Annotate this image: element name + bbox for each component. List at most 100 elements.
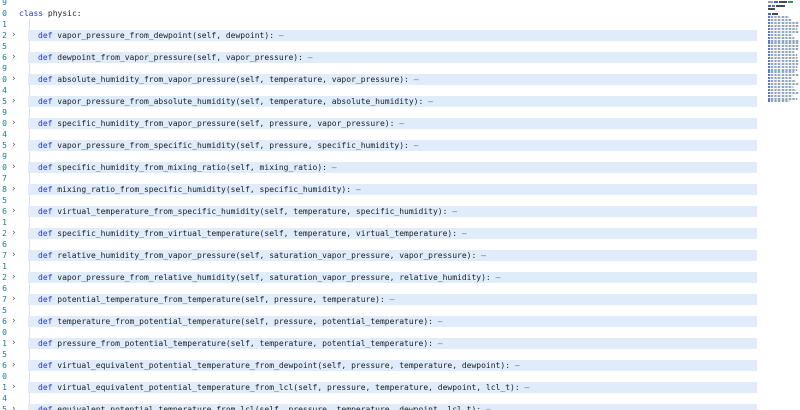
minimap-header-line — [768, 8, 775, 10]
code-line-folded-def[interactable]: 2›def specific_humidity_from_virtual_tem… — [0, 228, 758, 239]
code-line-class[interactable]: 0class physic: — [0, 8, 758, 19]
minimap-def-line — [768, 92, 799, 94]
code-text: def vapor_pressure_from_specific_humidit… — [38, 140, 419, 151]
minimap-def-line — [768, 95, 793, 97]
folded-region-marker[interactable]: – — [274, 31, 284, 40]
folded-region-marker[interactable]: – — [351, 185, 361, 194]
code-line-folded-def[interactable]: 0›def specific_humidity_from_mixing_rati… — [0, 162, 758, 173]
folded-region-marker[interactable]: – — [385, 295, 395, 304]
minimap-text-mark — [771, 92, 798, 94]
minimap-def-line — [768, 83, 799, 85]
fold-chevron-icon[interactable]: › — [11, 272, 16, 283]
minimap-token — [772, 13, 778, 15]
signature-token: virtual_equivalent_potential_temperature… — [57, 361, 510, 370]
fold-chevron-icon[interactable]: › — [11, 162, 16, 173]
code-line-folded-def[interactable]: 6›def virtual_temperature_from_specific_… — [0, 206, 758, 217]
line-number: 0 — [0, 162, 7, 173]
minimap-text-mark — [771, 95, 792, 97]
folded-region-marker[interactable]: – — [457, 229, 467, 238]
minimap-keyword-mark — [768, 86, 770, 88]
signature-token: equivalent_potential_temperature_from_lc… — [57, 405, 481, 410]
fold-chevron-icon[interactable]: › — [11, 30, 16, 41]
code-text: def virtual_temperature_from_specific_hu… — [38, 206, 457, 217]
minimap-text-mark — [771, 37, 794, 39]
folded-region-marker[interactable]: – — [433, 339, 443, 348]
line-number: 6 — [0, 283, 7, 294]
folded-region-marker[interactable]: – — [409, 141, 419, 150]
folded-region-marker[interactable]: – — [327, 163, 337, 172]
folded-region-marker[interactable]: – — [491, 273, 501, 282]
code-line-folded-def[interactable]: 8›def mixing_ratio_from_specific_humidit… — [0, 184, 758, 195]
code-line-folded-def[interactable]: 6›def virtual_equivalent_potential_tempe… — [0, 360, 758, 371]
folded-region-marker[interactable]: – — [510, 361, 520, 370]
folded-region-marker[interactable]: – — [303, 53, 313, 62]
folded-region-marker[interactable]: – — [394, 119, 404, 128]
keyword-token: def — [38, 53, 57, 62]
folded-region-marker[interactable]: – — [433, 317, 443, 326]
minimap-keyword-mark — [768, 77, 770, 79]
code-text: def equivalent_potential_temperature_fro… — [38, 404, 491, 410]
code-line-folded-def[interactable]: 7›def relative_humidity_from_vapor_press… — [0, 250, 758, 261]
fold-chevron-icon[interactable]: › — [11, 294, 16, 305]
fold-chevron-icon[interactable]: › — [11, 118, 16, 129]
fold-chevron-icon[interactable]: › — [11, 140, 16, 151]
code-line-folded-def[interactable]: 0›def absolute_humidity_from_vapor_press… — [0, 74, 758, 85]
minimap-text-mark — [771, 48, 798, 50]
fold-chevron-icon[interactable]: › — [11, 52, 16, 63]
code-line-folded-def[interactable]: 1›def pressure_from_potential_temperatur… — [0, 338, 758, 349]
minimap-keyword-mark — [768, 19, 770, 21]
fold-chevron-icon[interactable]: › — [11, 338, 16, 349]
folded-region-marker[interactable]: – — [476, 251, 486, 260]
code-line-folded-def[interactable]: 2›def vapor_pressure_from_relative_humid… — [0, 272, 758, 283]
fold-chevron-icon[interactable]: › — [11, 316, 16, 327]
line-number: 0 — [0, 327, 7, 338]
code-line-folded-def[interactable]: 0›def specific_humidity_from_vapor_press… — [0, 118, 758, 129]
folded-region-marker[interactable]: – — [409, 75, 419, 84]
fold-chevron-icon[interactable]: › — [11, 382, 16, 393]
code-line-folded-def[interactable]: 5›def vapor_pressure_from_absolute_humid… — [0, 96, 758, 107]
code-line-folded-def[interactable]: 5›def vapor_pressure_from_specific_humid… — [0, 140, 758, 151]
fold-chevron-icon[interactable]: › — [11, 96, 16, 107]
minimap-header-line — [768, 1, 793, 3]
code-line-folded-def[interactable]: 1›def virtual_equivalent_potential_tempe… — [0, 382, 758, 393]
minimap-text-mark — [771, 25, 798, 27]
minimap-keyword-mark — [768, 40, 770, 42]
code-line-folded-def[interactable]: 2›def vapor_pressure_from_dewpoint(self,… — [0, 30, 758, 41]
fold-chevron-icon[interactable]: › — [11, 206, 16, 217]
line-number: 5 — [0, 41, 7, 52]
minimap-def-line — [768, 60, 799, 62]
folded-region-marker[interactable]: – — [447, 207, 457, 216]
code-line-blank: 5 — [0, 41, 758, 52]
line-number: 4 — [0, 85, 7, 96]
signature-token: specific_humidity_from_mixing_ratio(self… — [57, 163, 327, 172]
code-line-folded-def[interactable]: 6›def dewpoint_from_vapor_pressure(self,… — [0, 52, 758, 63]
fold-chevron-icon[interactable]: › — [11, 404, 16, 410]
minimap-def-line — [768, 71, 795, 73]
minimap-text-mark — [771, 80, 795, 82]
line-number: 0 — [0, 74, 7, 85]
line-number: 2 — [0, 228, 7, 239]
fold-chevron-icon[interactable]: › — [11, 250, 16, 261]
minimap-token — [768, 13, 771, 15]
code-line-blank: 5 — [0, 349, 758, 360]
minimap[interactable] — [766, 0, 800, 410]
code-line-folded-def[interactable]: 6›def temperature_from_potential_tempera… — [0, 316, 758, 327]
code-line-folded-def[interactable]: 5›def equivalent_potential_temperature_f… — [0, 404, 758, 410]
folded-region-marker[interactable]: – — [481, 405, 491, 410]
code-line-blank: 1 — [0, 19, 758, 30]
code-line-blank: 4 — [0, 129, 758, 140]
folded-region-marker[interactable]: – — [423, 97, 433, 106]
fold-chevron-icon[interactable]: › — [11, 184, 16, 195]
signature-token: mixing_ratio_from_specific_humidity(self… — [57, 185, 351, 194]
fold-chevron-icon[interactable]: › — [11, 360, 16, 371]
folded-region-marker[interactable]: – — [520, 383, 530, 392]
fold-chevron-icon[interactable]: › — [11, 228, 16, 239]
code-line-folded-def[interactable]: 7›def potential_temperature_from_tempera… — [0, 294, 758, 305]
minimap-keyword-mark — [768, 25, 770, 27]
line-number: 1 — [0, 338, 7, 349]
minimap-keyword-mark — [768, 66, 770, 68]
fold-chevron-icon[interactable]: › — [11, 74, 16, 85]
keyword-token: class — [19, 9, 48, 18]
minimap-def-line — [768, 100, 790, 102]
line-number: 7 — [0, 294, 7, 305]
